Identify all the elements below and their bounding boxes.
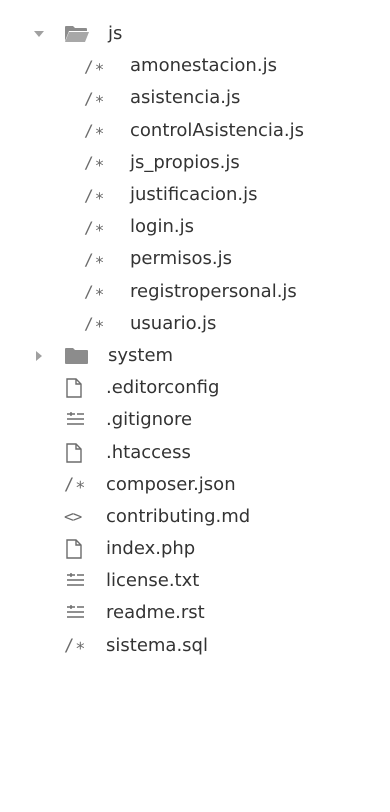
- file-label: readme.rst: [106, 602, 205, 624]
- file-item[interactable]: index.php: [0, 533, 390, 565]
- file-label: contributing.md: [106, 505, 251, 527]
- file-item[interactable]: .htaccess: [0, 436, 390, 468]
- folder-closed-icon: [64, 346, 90, 366]
- file-item[interactable]: readme.rst: [0, 597, 390, 629]
- code-brackets-icon: <>: [64, 507, 82, 527]
- file-item[interactable]: /∗ controlAsistencia.js: [0, 115, 390, 147]
- file-label: js_propios.js: [130, 151, 240, 173]
- file-label: .editorconfig: [106, 377, 220, 399]
- js-comment-icon: /∗: [84, 88, 106, 108]
- js-comment-icon: /∗: [84, 249, 106, 269]
- file-tree: js /∗ amonestacion.js /∗ asistencia.js /…: [0, 18, 390, 662]
- file-label: index.php: [106, 538, 196, 560]
- file-label: permisos.js: [130, 248, 232, 270]
- folder-label: js: [108, 23, 123, 45]
- file-label: amonestacion.js: [130, 55, 277, 77]
- file-item[interactable]: /∗ composer.json: [0, 469, 390, 501]
- sql-comment-icon: /∗: [64, 635, 87, 656]
- file-label: .htaccess: [106, 441, 191, 463]
- js-comment-icon: /∗: [84, 121, 106, 141]
- file-item[interactable]: .editorconfig: [0, 372, 390, 404]
- file-label: license.txt: [106, 570, 200, 592]
- file-item[interactable]: license.txt: [0, 565, 390, 597]
- folder-open-icon: [64, 24, 90, 44]
- folder-system[interactable]: system: [0, 340, 390, 372]
- chevron-down-icon[interactable]: [32, 27, 46, 41]
- file-item[interactable]: /∗ login.js: [0, 211, 390, 243]
- file-item[interactable]: /∗ amonestacion.js: [0, 50, 390, 82]
- file-icon: [64, 442, 84, 464]
- js-comment-icon: /∗: [84, 185, 106, 205]
- file-item[interactable]: .gitignore: [0, 404, 390, 436]
- js-comment-icon: /∗: [84, 314, 106, 334]
- file-item[interactable]: /∗ asistencia.js: [0, 82, 390, 114]
- file-item[interactable]: /∗ usuario.js: [0, 308, 390, 340]
- file-label: controlAsistencia.js: [130, 119, 305, 141]
- file-label: usuario.js: [130, 312, 217, 334]
- folder-label: system: [108, 344, 174, 366]
- file-label: asistencia.js: [130, 87, 241, 109]
- file-item[interactable]: /∗ permisos.js: [0, 243, 390, 275]
- file-icon: [64, 538, 84, 560]
- file-label: login.js: [130, 216, 194, 238]
- folder-js[interactable]: js: [0, 18, 390, 50]
- file-item[interactable]: /∗ registropersonal.js: [0, 276, 390, 308]
- file-label: registropersonal.js: [130, 280, 297, 302]
- text-lines-icon: [64, 603, 86, 623]
- js-comment-icon: /∗: [84, 282, 106, 302]
- js-comment-icon: /∗: [84, 56, 106, 76]
- json-comment-icon: /∗: [64, 474, 87, 495]
- file-label: composer.json: [106, 473, 236, 495]
- chevron-right-icon[interactable]: [32, 349, 46, 363]
- file-item[interactable]: /∗ sistema.sql: [0, 630, 390, 662]
- file-label: justificacion.js: [130, 184, 258, 206]
- file-label: sistema.sql: [106, 634, 208, 656]
- js-comment-icon: /∗: [84, 153, 106, 173]
- file-item[interactable]: <> contributing.md: [0, 501, 390, 533]
- file-item[interactable]: /∗ js_propios.js: [0, 147, 390, 179]
- file-icon: [64, 377, 84, 399]
- js-comment-icon: /∗: [84, 217, 106, 237]
- file-label: .gitignore: [106, 409, 193, 431]
- file-item[interactable]: /∗ justificacion.js: [0, 179, 390, 211]
- text-lines-icon: [64, 571, 86, 591]
- text-lines-icon: [64, 410, 86, 430]
